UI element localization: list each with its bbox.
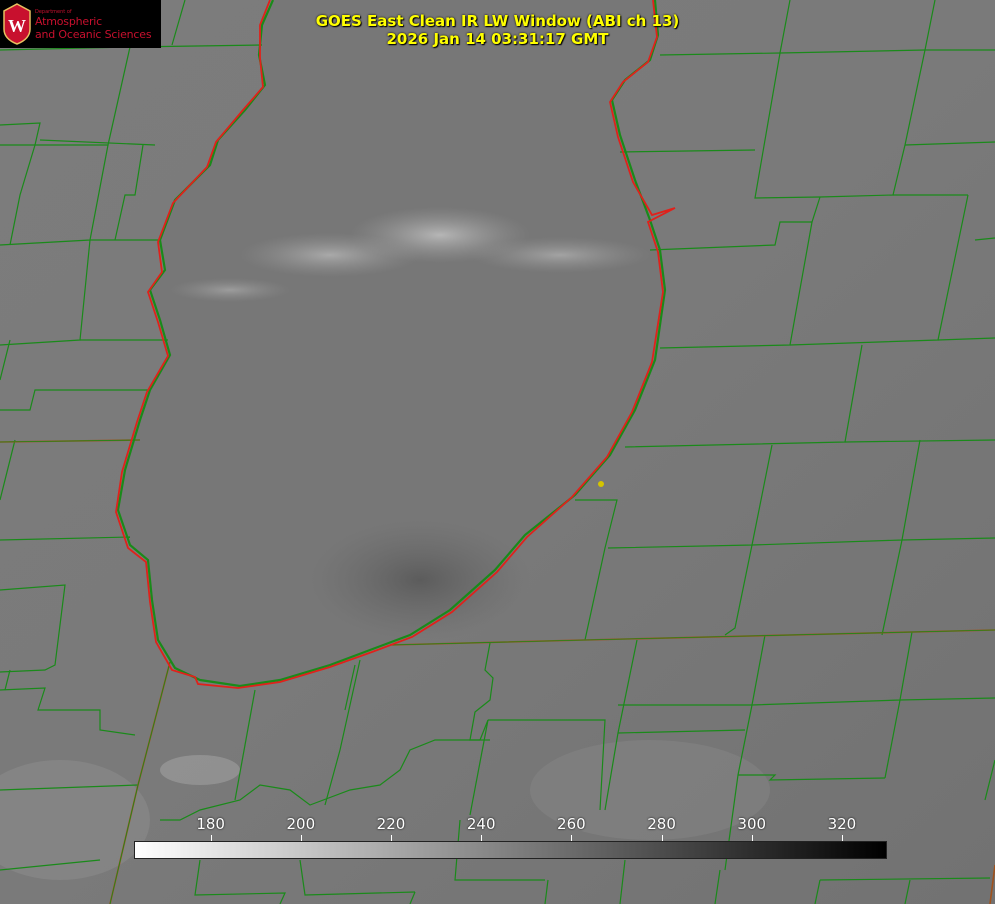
- satellite-map: [0, 0, 995, 904]
- colorbar-tick-mark: [751, 835, 753, 841]
- colorbar-tick-mark: [210, 835, 212, 841]
- location-marker: [598, 481, 604, 487]
- colorbar-tick-mark: [481, 835, 483, 841]
- colorbar-tick-label: 260: [557, 815, 586, 833]
- image-title: GOES East Clean IR LW Window (ABI ch 13)…: [0, 12, 995, 48]
- colorbar-tick-mark: [841, 835, 843, 841]
- colorbar-tick-mark: [300, 835, 302, 841]
- colorbar-tick-label: 320: [827, 815, 857, 833]
- colorbar-tick-label: 240: [466, 815, 496, 833]
- cloud-band-4: [170, 278, 290, 302]
- colorbar-tick-label: 180: [196, 815, 225, 833]
- colorbar-tick-label: 200: [286, 815, 316, 833]
- dark-area-south: [310, 520, 530, 640]
- colorbar: [134, 841, 887, 859]
- title-line-timestamp: 2026 Jan 14 03:31:17 GMT: [386, 30, 609, 48]
- light-patch-s: [160, 755, 240, 785]
- colorbar-tick-label: 220: [376, 815, 406, 833]
- cloud-band-3: [470, 237, 650, 273]
- colorbar-tick-mark: [391, 835, 392, 841]
- colorbar-tick-mark: [661, 835, 663, 841]
- cloud-band-2: [240, 233, 420, 277]
- title-line-product: GOES East Clean IR LW Window (ABI ch 13): [315, 12, 680, 30]
- colorbar-tick-label: 280: [647, 815, 676, 833]
- colorbar-tick-mark: [571, 835, 573, 841]
- colorbar-tick-label: 300: [737, 815, 767, 833]
